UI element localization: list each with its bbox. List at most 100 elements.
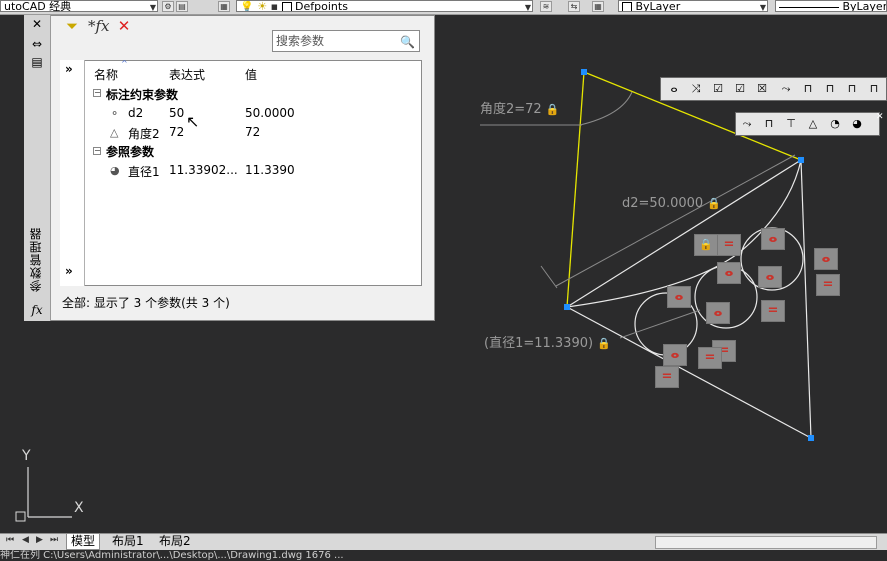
horizontal-scrollbar[interactable] bbox=[655, 536, 877, 549]
linetype-value: ByLayer bbox=[842, 0, 887, 12]
auto-constrain-icon[interactable]: ⤳ bbox=[777, 81, 795, 97]
angular-parameter-icon: △ bbox=[110, 126, 119, 139]
color-dropdown[interactable]: ByLayer ▼ bbox=[618, 0, 768, 12]
diameter-constraint-icon[interactable]: ◕ bbox=[848, 116, 866, 132]
layer-dropdown[interactable]: 💡 ☀ ▪ Defpoints ▼ bbox=[236, 0, 533, 12]
tangent-constraint-icon[interactable]: ⴰ bbox=[665, 81, 683, 97]
first-tab-icon[interactable]: ⏮ bbox=[6, 535, 14, 545]
grip-point-top[interactable] bbox=[581, 69, 587, 75]
tab-layout2[interactable]: 布局2 bbox=[155, 534, 195, 549]
column-header-value[interactable]: 值 bbox=[245, 66, 257, 83]
palette-title: 参数管理器 bbox=[29, 227, 43, 292]
linetype-dropdown[interactable]: ByLayer bbox=[775, 0, 887, 12]
hide-all-constraint-icon[interactable]: ☒ bbox=[753, 81, 771, 97]
grip-point-right[interactable] bbox=[798, 157, 804, 163]
new-user-parameter-icon[interactable]: *fx bbox=[88, 16, 110, 36]
param-name[interactable]: 角度2 bbox=[128, 125, 160, 142]
param-value: 72 bbox=[245, 125, 261, 139]
param-value: 50.0000 bbox=[245, 106, 295, 120]
filter-pane-toggle-column: » » bbox=[60, 60, 85, 286]
workspace-settings-icon[interactable]: ⚙ bbox=[162, 1, 174, 12]
tab-layout1[interactable]: 布局1 bbox=[108, 534, 148, 549]
equal-constraint-badge[interactable]: = bbox=[717, 234, 741, 256]
next-tab-icon[interactable]: ▶ bbox=[36, 535, 43, 545]
search-parameters-input[interactable]: 搜索参数 🔍 bbox=[272, 30, 420, 52]
param-expression[interactable]: 72 bbox=[169, 125, 184, 139]
equal-constraint-badge[interactable]: = bbox=[761, 300, 785, 322]
lock-icon: 🔒 bbox=[699, 238, 713, 251]
tangent-constraint-badge[interactable]: ⴰ bbox=[761, 228, 785, 250]
table-row[interactable]: △ bbox=[110, 125, 118, 139]
angle-dimension-label[interactable]: 角度2=72 🔒 bbox=[480, 98, 560, 117]
column-header-expression[interactable]: 表达式 bbox=[169, 66, 205, 83]
fix-constraint-badge[interactable]: 🔒 bbox=[694, 234, 718, 256]
equal-constraint-badge[interactable]: = bbox=[655, 366, 679, 388]
diameter-dimension-label[interactable]: (直径1=11.3390) 🔒 bbox=[484, 332, 611, 351]
chevron-down-icon: ▼ bbox=[524, 3, 531, 12]
tangent-constraint-badge[interactable]: ⴰ bbox=[706, 302, 730, 324]
delete-icon[interactable]: ✕ bbox=[114, 16, 134, 36]
param-name[interactable]: 直径1 bbox=[128, 163, 160, 180]
group-reference-parameters[interactable]: 参照参数 bbox=[106, 143, 154, 160]
expand-filter-icon[interactable]: » bbox=[65, 62, 73, 76]
status-text: 全部: 显示了 3 个参数(共 3 个) bbox=[62, 296, 230, 310]
grip-point-left[interactable] bbox=[564, 304, 570, 310]
auto-hide-icon[interactable]: ⇔ bbox=[29, 37, 45, 51]
tab-model[interactable]: 模型 bbox=[66, 534, 101, 550]
distance-dimension-label[interactable]: d2=50.0000 🔒 bbox=[622, 196, 721, 211]
equal-constraint-badge[interactable]: = bbox=[698, 347, 722, 369]
vertical-constraint-icon[interactable]: ⊤ bbox=[782, 116, 800, 132]
sort-ascending-icon: ^ bbox=[121, 59, 128, 68]
tangent-constraint-badge[interactable]: ⴰ bbox=[814, 248, 838, 270]
radius-constraint-icon[interactable]: ◔ bbox=[826, 116, 844, 132]
layer-previous-icon[interactable]: ⇆ bbox=[568, 1, 580, 12]
collapse-group-icon[interactable]: − bbox=[93, 147, 101, 155]
filter-icon[interactable]: ⏷ bbox=[62, 16, 82, 36]
tangent-constraint-badge[interactable]: ⴰ bbox=[667, 286, 691, 308]
layer-manager-icon[interactable]: ▦ bbox=[218, 1, 230, 12]
properties-icon[interactable]: ▤ bbox=[29, 55, 45, 69]
param-name[interactable]: d2 bbox=[128, 106, 143, 120]
distance-extension-line bbox=[540, 265, 558, 289]
equal-constraint-badge[interactable]: = bbox=[816, 274, 840, 296]
param-expression[interactable]: 50 bbox=[169, 106, 184, 120]
group-dimensional-parameters[interactable]: 标注约束参数 bbox=[106, 86, 178, 103]
workspace-tool-icon[interactable]: ▤ bbox=[176, 1, 188, 12]
param-expression[interactable]: 11.33902... bbox=[169, 163, 238, 177]
show-constraint-icon[interactable]: ☑ bbox=[709, 81, 727, 97]
show-dynamic-icon[interactable]: ⊓ bbox=[843, 81, 861, 97]
collapse-group-icon[interactable]: − bbox=[93, 89, 101, 97]
aligned-dimension-icon[interactable]: ⊓ bbox=[821, 81, 839, 97]
angular-constraint-icon[interactable]: △ bbox=[804, 116, 822, 132]
smooth-constraint-icon[interactable]: ⤨ bbox=[687, 81, 705, 97]
lock-icon: ▪ bbox=[270, 0, 279, 12]
hide-dynamic-icon[interactable]: ⊓ bbox=[865, 81, 883, 97]
ucs-y-label: Y bbox=[22, 448, 31, 464]
linear-parameter-icon: ⚬ bbox=[110, 107, 120, 120]
table-row[interactable]: ◕ bbox=[110, 163, 120, 177]
tangent-constraint-badge[interactable]: ⴰ bbox=[663, 344, 687, 366]
close-icon[interactable]: ✕ bbox=[29, 17, 45, 31]
table-row[interactable]: ⚬ bbox=[110, 106, 119, 120]
column-header-name[interactable]: 名称 bbox=[94, 66, 118, 83]
mouse-cursor: ↖ bbox=[186, 112, 200, 131]
close-icon[interactable]: ✕ bbox=[876, 112, 886, 122]
last-tab-icon[interactable]: ⏭ bbox=[50, 535, 58, 545]
white-line-right[interactable] bbox=[800, 159, 812, 439]
expand-filter-icon[interactable]: » bbox=[65, 264, 73, 278]
angle-dimension-arc bbox=[579, 91, 633, 126]
tangent-constraint-badge[interactable]: ⴰ bbox=[717, 262, 741, 284]
grip-point-bottom[interactable] bbox=[808, 435, 814, 441]
horizontal-constraint-icon[interactable]: ⊓ bbox=[760, 116, 778, 132]
search-icon[interactable]: 🔍 bbox=[400, 32, 415, 52]
make-current-layer-icon[interactable]: ≋ bbox=[540, 1, 552, 12]
linear-constraint-icon[interactable]: ⤳ bbox=[738, 116, 756, 132]
white-line-bottom[interactable] bbox=[566, 306, 812, 439]
palette-side-bar: ✕ ⇔ ▤ 参数管理器 fx bbox=[24, 15, 51, 321]
workspace-dropdown[interactable]: utoCAD 经典 ▼ bbox=[0, 0, 158, 12]
show-all-constraint-icon[interactable]: ☑ bbox=[731, 81, 749, 97]
linear-dimension-icon[interactable]: ⊓ bbox=[799, 81, 817, 97]
tangent-constraint-badge[interactable]: ⴰ bbox=[758, 266, 782, 288]
layer-state-icon[interactable]: ▦ bbox=[592, 1, 604, 12]
prev-tab-icon[interactable]: ◀ bbox=[22, 535, 29, 545]
